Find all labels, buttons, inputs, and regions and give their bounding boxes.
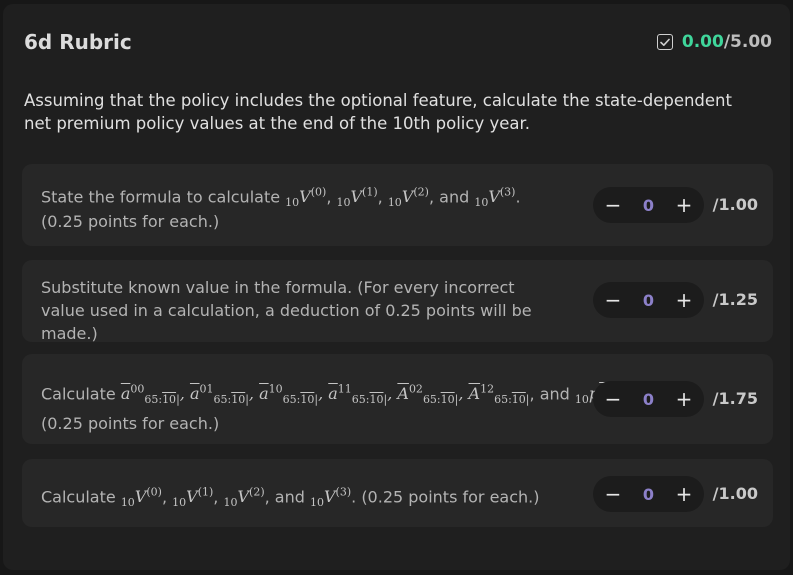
criterion-1: State the formula to calculate 10V(0), 1… bbox=[22, 164, 773, 246]
increment-button[interactable]: + bbox=[666, 381, 702, 417]
criterion-text-part: Calculate bbox=[41, 384, 121, 404]
max-points: /1.25 bbox=[712, 290, 758, 309]
criterion-text-part: , and bbox=[264, 487, 310, 507]
math-expression: 10V(0) bbox=[285, 186, 327, 210]
points-value[interactable]: 0 bbox=[631, 381, 666, 417]
max-points: /1.00 bbox=[712, 484, 758, 503]
points-stepper: − 0 + bbox=[593, 282, 704, 318]
criterion-text-part: Calculate bbox=[41, 487, 121, 507]
points-stepper: − 0 + bbox=[593, 187, 704, 223]
criterion-text-line2: (0.25 points for each.) bbox=[41, 212, 220, 232]
max-points: /1.75 bbox=[712, 389, 758, 408]
criterion-text-part: . bbox=[515, 187, 521, 207]
math-expression: a0065:10|, a0165:10|, a1065:10|, a1165:1… bbox=[120, 383, 530, 407]
criterion-text-part: , bbox=[377, 187, 388, 207]
criterion-text-part: State the formula to calculate bbox=[41, 187, 286, 207]
question-text: Assuming that the policy includes the op… bbox=[24, 91, 732, 133]
rubric-header: 6d Rubric 0.00 / 5.00 bbox=[24, 30, 772, 56]
criterion-text-part: , and bbox=[428, 187, 475, 207]
math-expression: 10V(3) bbox=[309, 486, 352, 510]
criterion-2: Substitute known value in the formula. (… bbox=[22, 260, 773, 343]
rubric-title: 6d Rubric bbox=[24, 30, 132, 54]
math-expression: 10V(3) bbox=[474, 186, 516, 210]
decrement-button[interactable]: − bbox=[595, 282, 631, 318]
criterion-2-text: Substitute known value in the formula. (… bbox=[41, 278, 532, 343]
math-expression: 10V(0) bbox=[120, 486, 162, 510]
decrement-button[interactable]: − bbox=[595, 381, 631, 417]
increment-button[interactable]: + bbox=[666, 476, 702, 512]
math-expression: 10V(1) bbox=[336, 186, 378, 210]
criterion-text-part: , bbox=[161, 487, 173, 507]
criterion-4-text: Calculate 10V(0), 10V(1), 10V(2), and 10… bbox=[41, 481, 540, 510]
total-score: 0.00 / 5.00 bbox=[656, 32, 772, 52]
score-earned: 0.00 bbox=[681, 32, 724, 52]
points-stepper: − 0 + bbox=[593, 381, 704, 417]
math-expression: 10V(2) bbox=[223, 486, 265, 510]
criterion-3-text: Calculate a0065:10|, a0165:10|, a1065:10… bbox=[41, 378, 632, 435]
max-points: /1.00 bbox=[712, 195, 758, 214]
increment-button[interactable]: + bbox=[666, 187, 702, 223]
criterion-text-part: , bbox=[326, 187, 337, 207]
checkbox-icon[interactable] bbox=[656, 34, 673, 50]
decrement-button[interactable]: − bbox=[595, 187, 631, 223]
math-expression: 10V(2) bbox=[387, 186, 429, 210]
criterion-3: Calculate a0065:10|, a0165:10|, a1065:10… bbox=[22, 354, 773, 444]
points-value[interactable]: 0 bbox=[631, 476, 666, 512]
criterion-text-part: , bbox=[213, 487, 224, 507]
criterion-1-text: State the formula to calculate 10V(0), 1… bbox=[41, 181, 521, 233]
rubric-card: 6d Rubric 0.00 / 5.00 Assuming that the … bbox=[3, 4, 790, 570]
points-stepper: − 0 + bbox=[593, 476, 704, 512]
score-total: 5.00 bbox=[730, 32, 772, 52]
points-value[interactable]: 0 bbox=[631, 282, 666, 318]
criterion-text-part: , and bbox=[529, 384, 575, 404]
criterion-text-line2: (0.25 points for each.) bbox=[41, 413, 220, 433]
criterion-text-part: . (0.25 points for each.) bbox=[351, 487, 540, 507]
decrement-button[interactable]: − bbox=[595, 476, 631, 512]
points-value[interactable]: 0 bbox=[631, 187, 666, 223]
math-expression: 10V(1) bbox=[172, 486, 214, 510]
increment-button[interactable]: + bbox=[666, 282, 702, 318]
criterion-4: Calculate 10V(0), 10V(1), 10V(2), and 10… bbox=[22, 459, 773, 527]
